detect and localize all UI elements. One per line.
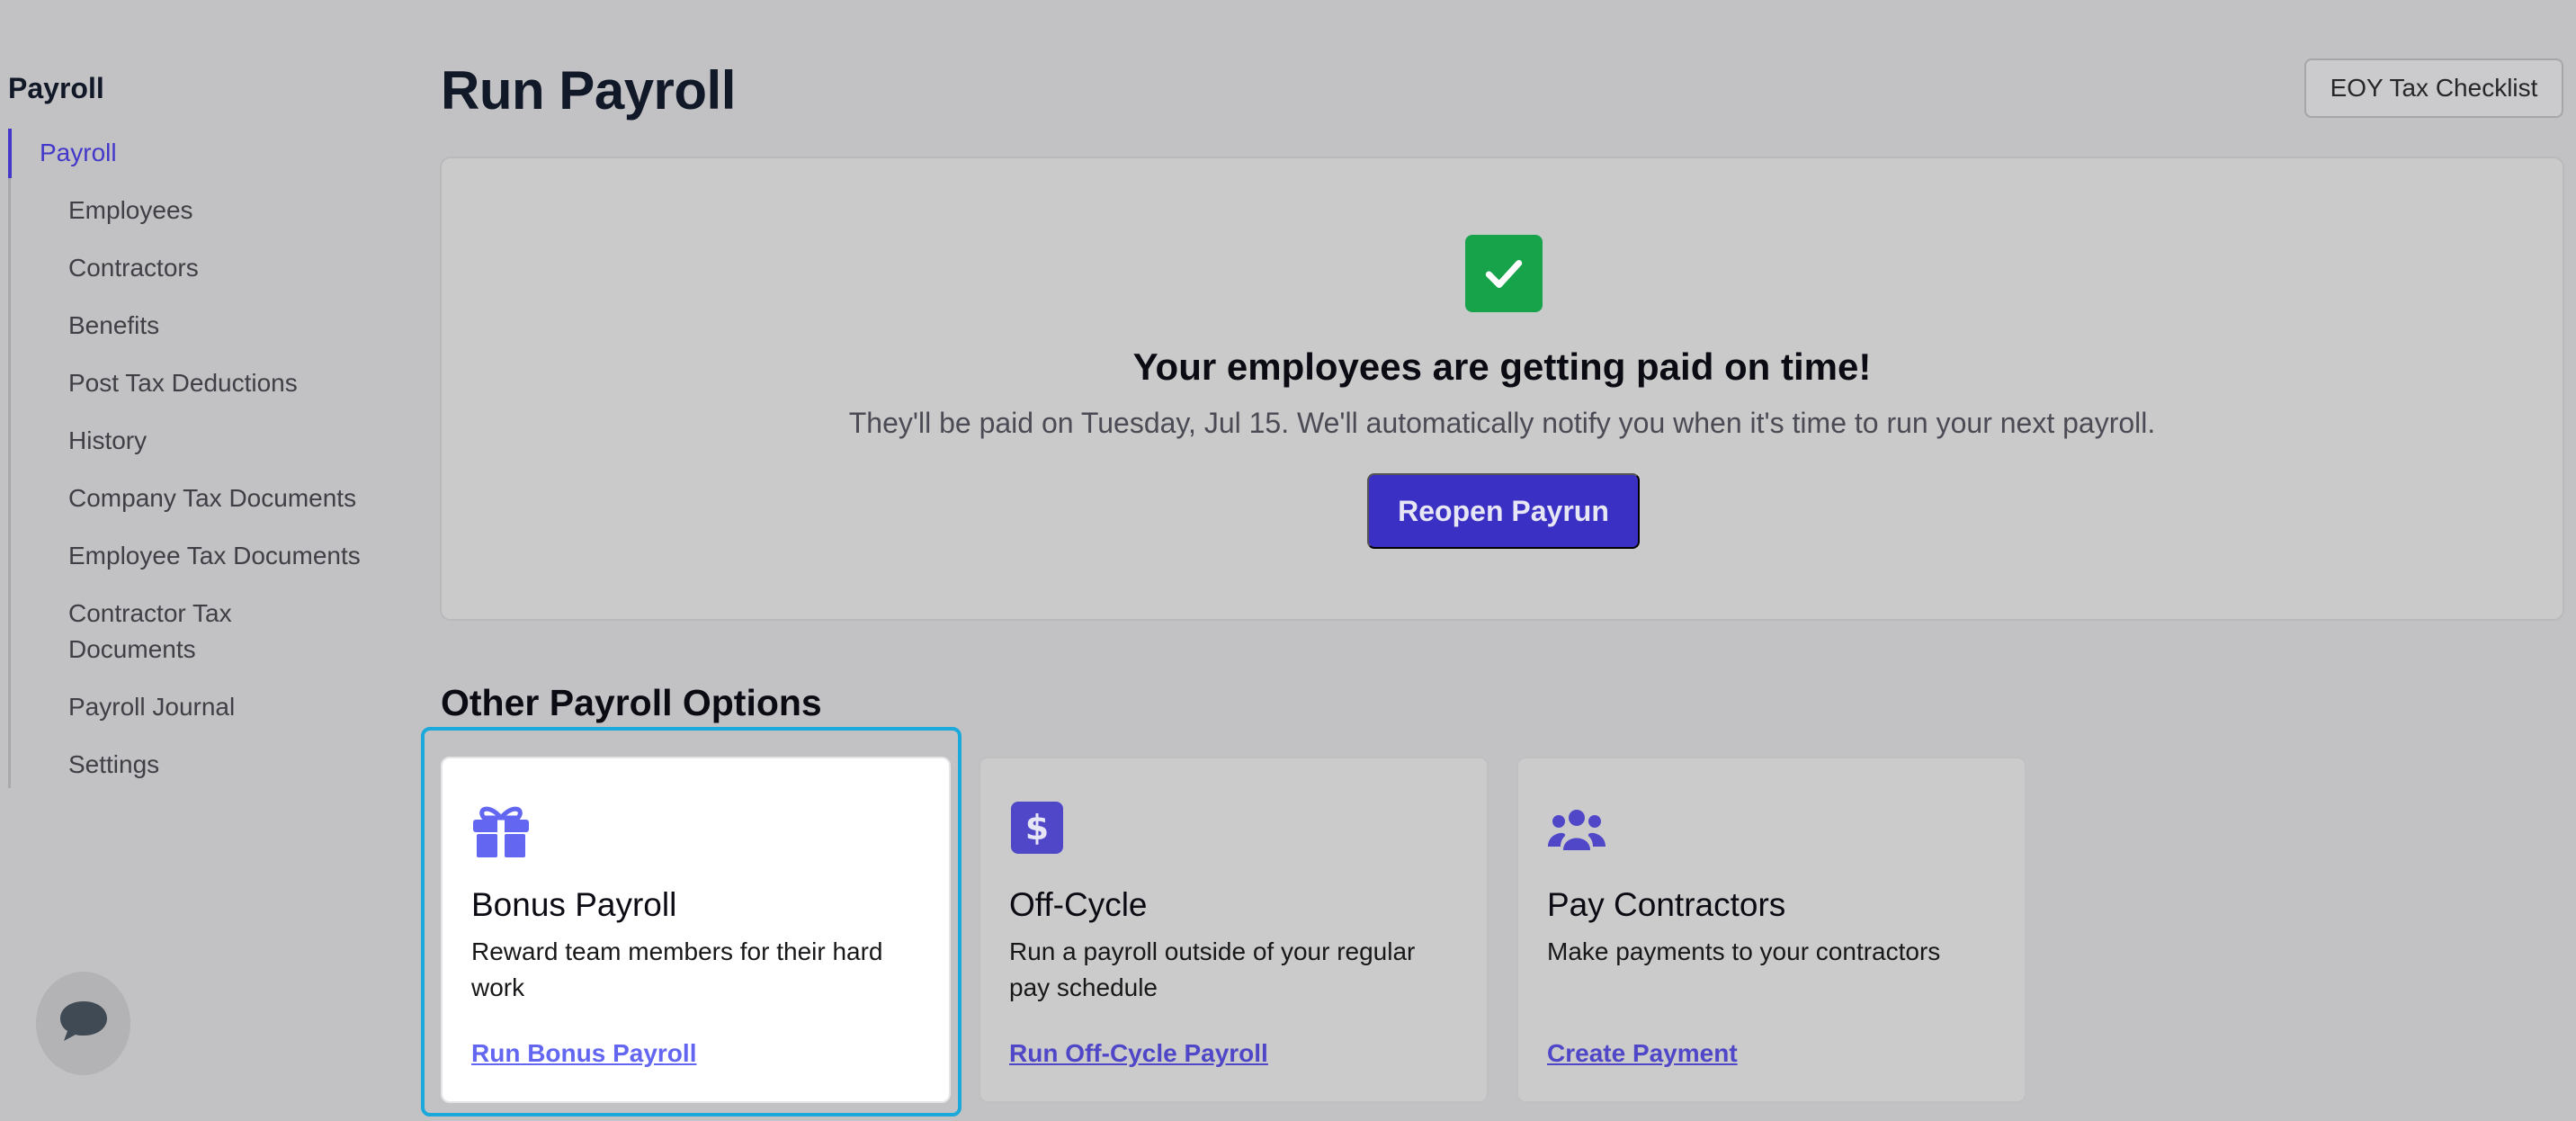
dollar-icon: $ [1009, 800, 1069, 859]
sidebar-item-settings[interactable]: Settings [68, 747, 383, 783]
card-description: Make payments to your contractors [1547, 937, 1941, 965]
chat-button[interactable] [36, 972, 130, 1075]
sidebar-item-employees[interactable]: Employees [68, 193, 383, 229]
sidebar-item-payroll[interactable]: Payroll [40, 135, 354, 171]
sidebar-item-employee-tax-documents[interactable]: Employee Tax Documents [68, 538, 383, 574]
card-title: Bonus Payroll [471, 886, 677, 923]
card-description: Run a payroll outside of your regular pa… [1009, 937, 1416, 1001]
sidebar-item-benefits[interactable]: Benefits [68, 308, 383, 344]
check-icon [1465, 235, 1543, 312]
card-title: Pay Contractors [1547, 886, 1786, 923]
sidebar-item-post-tax-deductions[interactable]: Post Tax Deductions [68, 365, 383, 401]
card-description: Reward team members for their hard work [471, 937, 883, 1001]
svg-text:$: $ [1025, 808, 1049, 847]
card-title: Off-Cycle [1009, 886, 1148, 923]
sidebar-title: Payroll [8, 72, 104, 104]
reopen-payrun-button[interactable]: Reopen Payrun [1367, 473, 1640, 549]
run-bonus-payroll-link[interactable]: Run Bonus Payroll [471, 1039, 696, 1068]
create-payment-link[interactable]: Create Payment [1547, 1039, 1738, 1068]
run-off-cycle-payroll-link[interactable]: Run Off-Cycle Payroll [1009, 1039, 1268, 1068]
pay-contractors-card[interactable]: Pay Contractors Make payments to your co… [1516, 757, 2026, 1103]
payroll-status-card: Your employees are getting paid on time!… [440, 157, 2564, 621]
bonus-payroll-card[interactable]: Bonus Payroll Reward team members for th… [441, 757, 951, 1103]
users-icon [1547, 800, 1606, 859]
status-heading: Your employees are getting paid on time! [1132, 345, 1872, 388]
sidebar: Payroll Payroll Employees Contractors Be… [0, 0, 396, 1121]
gift-icon [471, 800, 531, 859]
sidebar-item-contractor-tax-documents[interactable]: Contractor Tax Documents [68, 596, 302, 668]
page-title: Run Payroll [441, 60, 736, 121]
nav-active-indicator [8, 129, 12, 178]
eoy-tax-checklist-button[interactable]: EOY Tax Checklist [2304, 58, 2563, 118]
off-cycle-card[interactable]: $ Off-Cycle Run a payroll outside of you… [979, 757, 1489, 1103]
chat-icon [58, 999, 110, 1048]
other-options-title: Other Payroll Options [441, 682, 822, 723]
status-subtext: They'll be paid on Tuesday, Jul 15. We'l… [848, 407, 2156, 439]
sidebar-item-company-tax-documents[interactable]: Company Tax Documents [68, 480, 383, 516]
sidebar-item-history[interactable]: History [68, 423, 383, 459]
nav-rail [8, 129, 11, 788]
sidebar-item-payroll-journal[interactable]: Payroll Journal [68, 689, 383, 725]
sidebar-item-contractors[interactable]: Contractors [68, 250, 383, 286]
